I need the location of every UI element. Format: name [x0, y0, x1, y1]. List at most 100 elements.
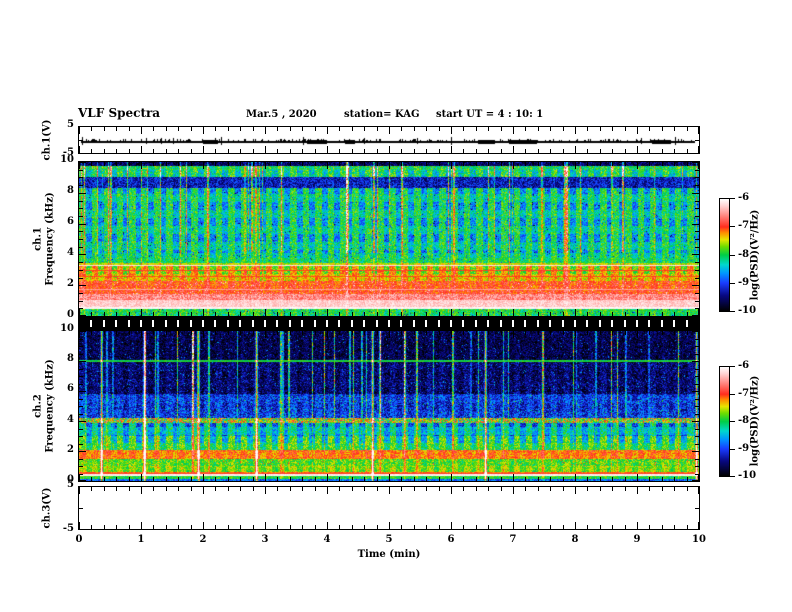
x-axis-tick [352, 331, 353, 335]
x-axis-tick [228, 525, 229, 529]
x-axis-tick [203, 127, 204, 134]
x-axis-tick [600, 331, 601, 335]
freq-axis-tick [79, 459, 83, 460]
freq-axis-tick [79, 247, 83, 248]
separator-tick [500, 320, 502, 327]
freq-axis-tick [695, 170, 699, 171]
freq-tick-label: 6 [67, 216, 74, 227]
separator-tick [103, 320, 105, 327]
x-axis-tick [79, 522, 80, 529]
freq-axis-tick [79, 346, 83, 347]
x-axis-tick [166, 487, 167, 491]
x-axis-tick [116, 127, 117, 131]
volt-axis-tick [695, 140, 699, 141]
ch1-voltage-panel [78, 126, 700, 154]
separator-tick [128, 320, 130, 327]
colorbar-tick-label: -6 [738, 192, 750, 203]
separator-tick [314, 320, 316, 327]
separator-tick [450, 320, 452, 327]
x-tick-label: 5 [385, 534, 393, 545]
x-axis-tick [674, 127, 675, 131]
x-axis-tick [426, 477, 427, 481]
x-axis-tick [191, 525, 192, 529]
x-axis-tick [625, 487, 626, 491]
x-axis-tick [240, 162, 241, 166]
x-axis-tick [203, 487, 204, 494]
volt-tick-label: 5 [67, 119, 74, 130]
colorbar-tick [730, 449, 735, 450]
freq-axis-tick [79, 436, 83, 437]
x-axis-tick [637, 487, 638, 494]
x-axis-tick [698, 522, 699, 529]
x-axis-tick [91, 525, 92, 529]
x-axis-tick [625, 477, 626, 481]
x-axis-tick [166, 525, 167, 529]
x-axis-tick [352, 162, 353, 166]
x-axis-tick [153, 525, 154, 529]
x-axis-tick [178, 162, 179, 166]
x-axis-tick [625, 127, 626, 131]
x-axis-tick [563, 477, 564, 481]
separator-tick [400, 320, 402, 327]
x-axis-tick [550, 127, 551, 131]
x-axis-tick [141, 522, 142, 529]
x-axis-tick [141, 146, 142, 153]
x-axis-tick [414, 127, 415, 131]
x-axis-tick [637, 146, 638, 153]
x-axis-tick [116, 149, 117, 153]
start-ut-label: start UT = 4 : 10: 1 [436, 109, 544, 120]
separator-tick [686, 320, 688, 327]
freq-axis-tick [79, 429, 83, 430]
x-axis-tick [191, 162, 192, 166]
separator-tick [264, 320, 266, 327]
separator-tick [673, 320, 675, 327]
volt-tick-label: 5 [67, 479, 74, 490]
x-axis-tick [612, 487, 613, 491]
freq-axis-tick [692, 451, 699, 452]
x-axis-tick [203, 474, 204, 481]
colorbar-ch1 [719, 198, 730, 312]
x-axis-tick [439, 149, 440, 153]
x-axis-tick [600, 525, 601, 529]
freq-axis-tick [692, 391, 699, 392]
freq-axis-tick [695, 466, 699, 467]
x-axis-tick [451, 127, 452, 134]
x-axis-tick [153, 477, 154, 481]
x-axis-tick [389, 146, 390, 153]
x-axis-tick [587, 525, 588, 529]
x-axis-tick [674, 149, 675, 153]
x-axis-tick [426, 525, 427, 529]
separator-tick [586, 320, 588, 327]
separator-tick [289, 320, 291, 327]
freq-axis-tick [79, 270, 83, 271]
x-axis-tick [364, 149, 365, 153]
x-axis-tick [315, 162, 316, 166]
x-axis-tick [649, 127, 650, 131]
x-axis-tick [550, 149, 551, 153]
x-axis-tick [426, 487, 427, 491]
freq-tick-label: 10 [60, 323, 74, 334]
x-axis-tick [550, 525, 551, 529]
x-tick-label: 1 [137, 534, 145, 545]
x-axis-tick [401, 162, 402, 166]
x-axis-tick [364, 477, 365, 481]
x-axis-tick [674, 331, 675, 335]
x-axis-tick [501, 525, 502, 529]
x-axis-tick [104, 331, 105, 335]
x-axis-tick [290, 312, 291, 316]
separator-tick [338, 320, 340, 327]
panel-separator-strip [78, 317, 700, 330]
freq-axis-tick [692, 315, 699, 316]
x-axis-tick [302, 525, 303, 529]
separator-tick [438, 320, 440, 327]
x-axis-tick [191, 331, 192, 335]
separator-tick [326, 320, 328, 327]
separator-tick [636, 320, 638, 327]
separator-tick [624, 320, 626, 327]
x-axis-tick [265, 146, 266, 153]
freq-axis-tick [695, 185, 699, 186]
freq-axis-tick [692, 193, 699, 194]
x-axis-tick [141, 474, 142, 481]
x-axis-tick [104, 149, 105, 153]
separator-tick [537, 320, 539, 327]
